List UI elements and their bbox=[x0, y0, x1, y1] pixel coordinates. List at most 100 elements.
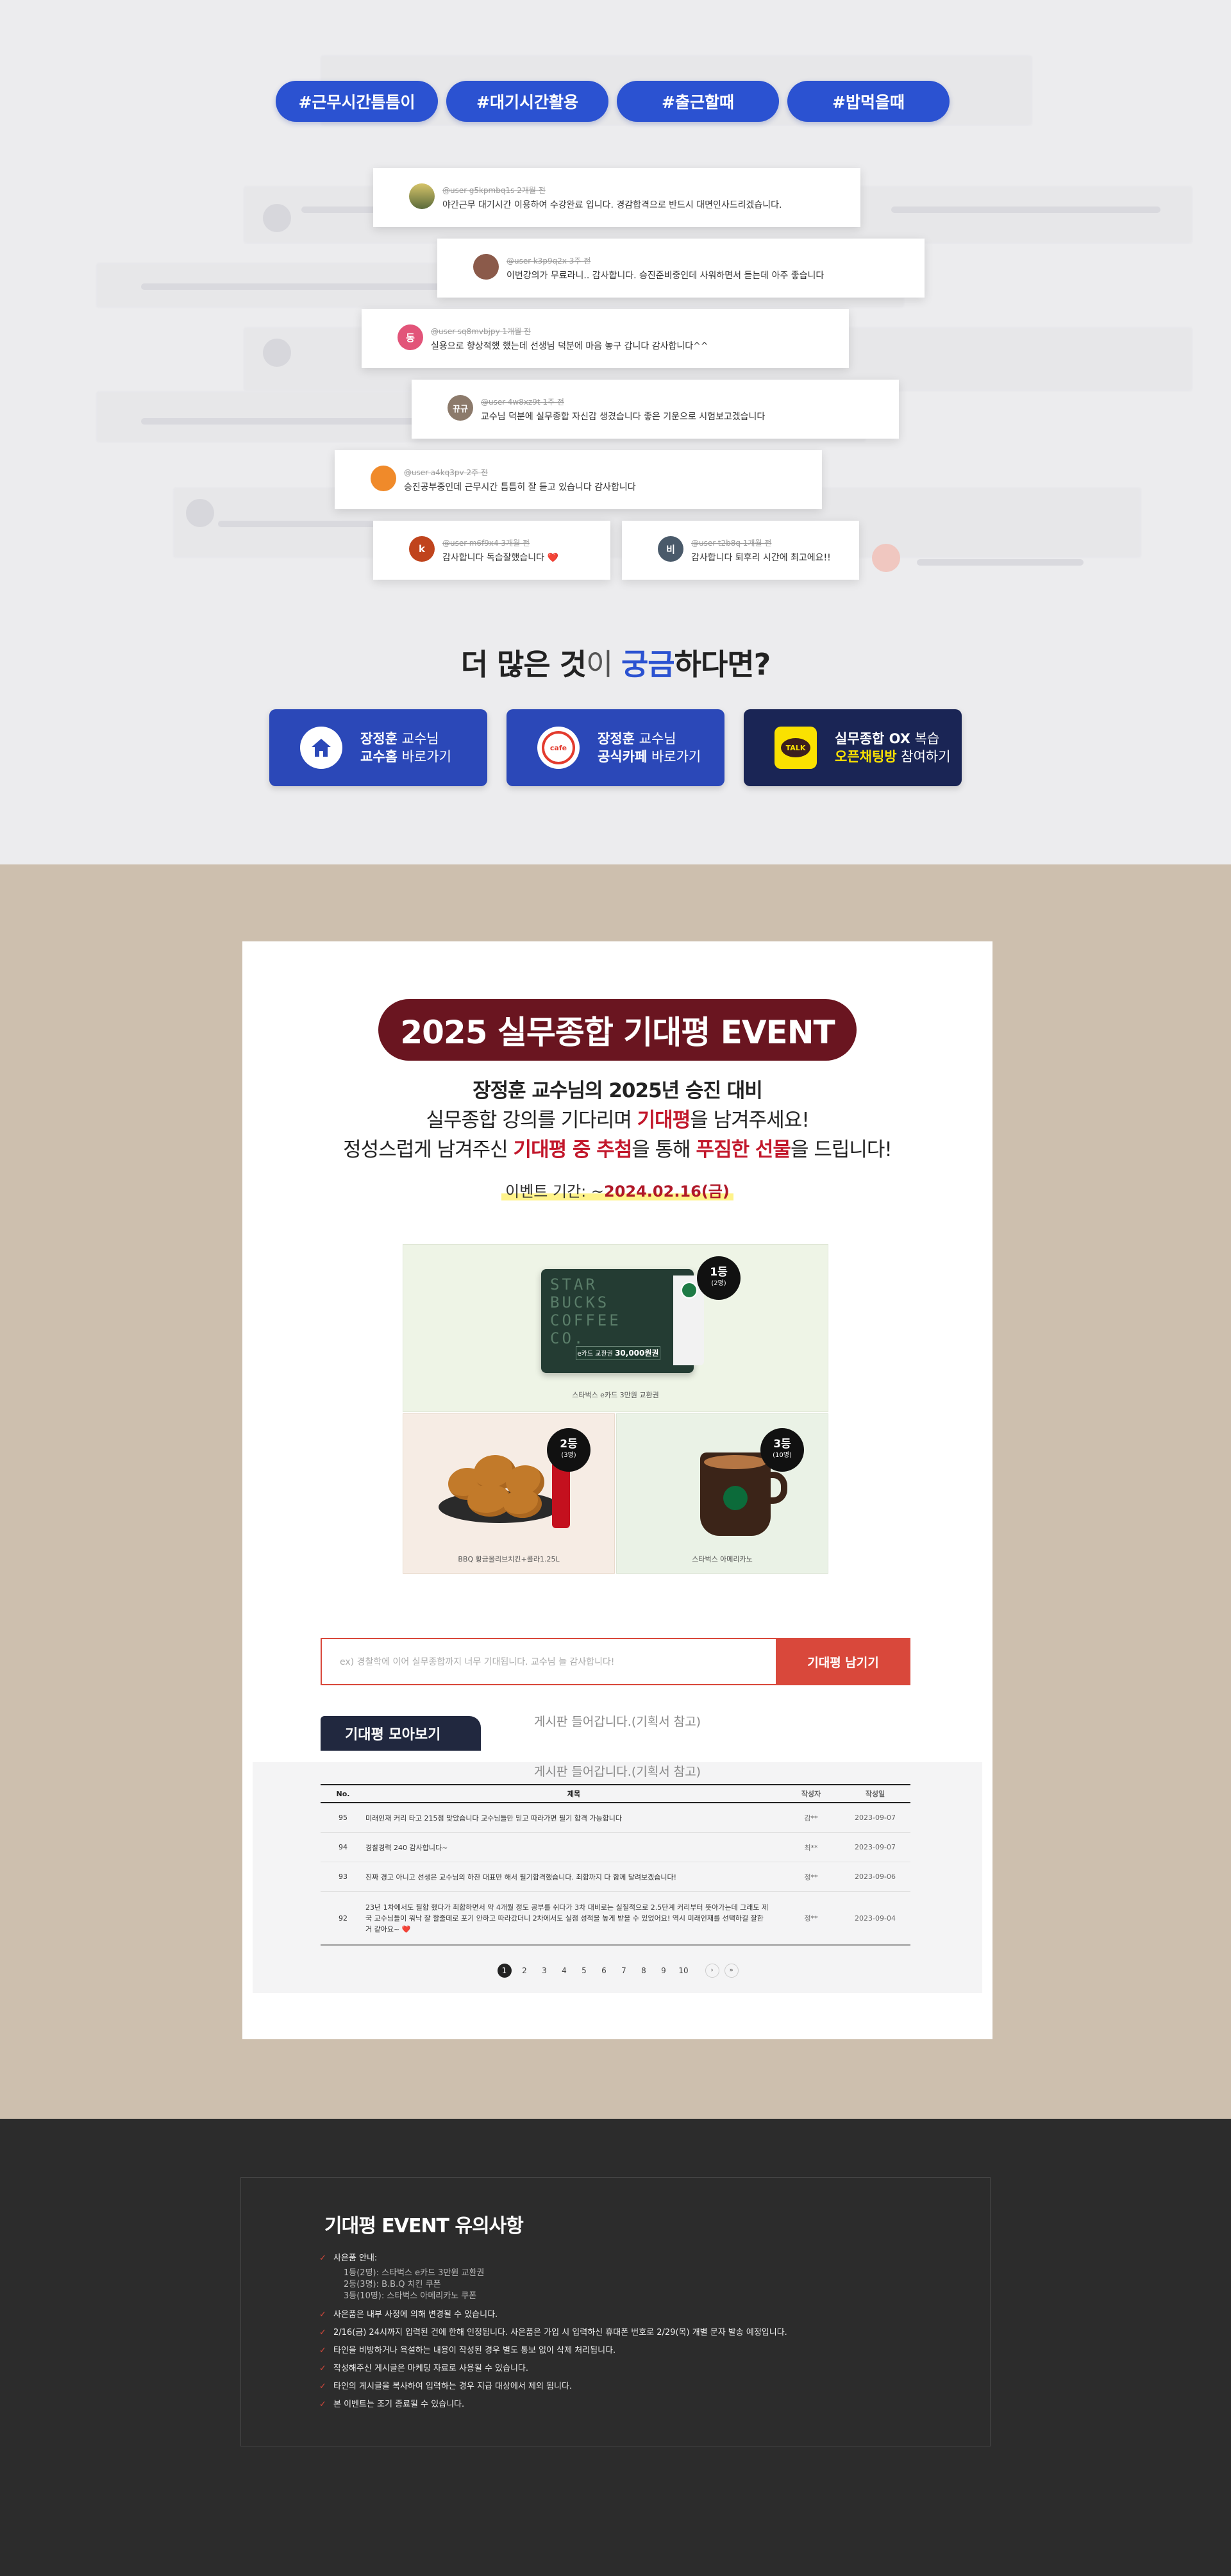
event-title: 2025 실무종합 기대평 EVENT bbox=[378, 999, 857, 1061]
review-card: @user-g5kpmbq1s 2개월 전 야간근무 대기시간 이용하여 수강완… bbox=[373, 168, 860, 227]
coffee-cup-image bbox=[700, 1452, 787, 1536]
comment-form: ex) 경찰학에 이어 실무종합까지 너무 기대됩니다. 교수님 늘 감사합니다… bbox=[321, 1638, 910, 1685]
more-heading: 더 많은 것이 궁금하다면? bbox=[460, 647, 771, 682]
bg-blur-avatar bbox=[263, 204, 291, 232]
page-button[interactable]: 5 bbox=[574, 1966, 594, 1975]
bg-blur-avatar bbox=[872, 544, 900, 572]
table-header: No. 제목 작성자 작성일 bbox=[321, 1784, 910, 1803]
review-meta: @user-t2b8q 1개월 전 bbox=[691, 538, 772, 548]
review-text: 이번강의가 무료라니.. 감사합니다. 승진준비중인데 사워하면서 듣는데 아주… bbox=[507, 270, 825, 281]
review-card: k @user-m6f9x4 3개월 전 감사합니다 독습잘했습니다 ❤️ bbox=[373, 521, 610, 580]
hashtag-group: #근무시간틈틈이 #대기시간활용 #출근할때 #밥먹을때 bbox=[276, 81, 950, 122]
prize-caption: BBQ 황금올리브치킨+콜라1.25L bbox=[458, 1555, 560, 1563]
review-card: 뀨규 @user-4w8xz9t 1주 전 교수님 덕분에 실무종합 자신감 생… bbox=[412, 380, 899, 439]
prize-caption: 스타벅스 e카드 3만원 교환권 bbox=[572, 1391, 659, 1399]
review-meta: @user-m6f9x4 3개월 전 bbox=[442, 538, 530, 548]
next-page-icon[interactable]: › bbox=[705, 1964, 719, 1978]
table-row[interactable]: 93 진짜 경고 아니고 선생은 교수님의 하찬 대표만 해서 필기합격했습니다.… bbox=[321, 1862, 910, 1892]
review-card: @user-a4kq3pv 2주 전 승진공부중인데 근무시간 틈틈히 잘 듣고… bbox=[335, 450, 822, 509]
link-button-group: 장정훈 교수님 교수홈 바로가기 cafe 장정훈 교수님 공식카페 바로가기 TA… bbox=[269, 709, 962, 786]
notice-item: 작성해주신 게시글은 마케팅 자료로 사용될 수 있습니다. bbox=[319, 2360, 960, 2378]
gift-card-image: STAR BUCKS COFFEE CO. e카드 교환권 30,000원권 bbox=[541, 1269, 704, 1373]
event-description: 장정훈 교수님의 2025년 승진 대비 실무종합 강의를 기다리며 기대평을 … bbox=[343, 1079, 892, 1161]
notice-title: 기대평 EVENT 유의사항 bbox=[324, 2215, 524, 2237]
notice-box: 기대평 EVENT 유의사항 사은품 안내: 1등(2명): 스타벅스 e카드 … bbox=[240, 2177, 991, 2446]
prize-first: STAR BUCKS COFFEE CO. e카드 교환권 30,000원권 1… bbox=[403, 1244, 828, 1412]
review-card: 동 @user-sq8mvbjpy 1개월 전 실용으로 향상적했 했는데 선생… bbox=[362, 309, 849, 368]
notice-item: 2/16(금) 24시까지 입력된 건에 한해 인정됩니다. 사은품은 가입 시… bbox=[319, 2324, 960, 2342]
avatar bbox=[409, 183, 435, 209]
notice-section: 기대평 EVENT 유의사항 사은품 안내: 1등(2명): 스타벅스 e카드 … bbox=[0, 2119, 1231, 2576]
avatar: k bbox=[409, 536, 435, 562]
hashtag: #대기시간활용 bbox=[446, 81, 608, 122]
page-button[interactable]: 3 bbox=[535, 1966, 555, 1975]
avatar bbox=[473, 254, 499, 280]
rank-badge: 3등 (10명) bbox=[760, 1428, 804, 1472]
notice-subitem: 1등(2명): 스타벅스 e카드 3만원 교환권 bbox=[344, 2268, 485, 2278]
tab-comment-list[interactable]: 기대평 모아보기 bbox=[321, 1716, 481, 1751]
bg-blur-avatar bbox=[186, 499, 214, 527]
bg-blur-line bbox=[891, 206, 1160, 213]
page-button[interactable]: 2 bbox=[515, 1966, 535, 1975]
review-card: @user-k3p9q2x 3주 전 이번강의가 무료라니.. 감사합니다. 승… bbox=[437, 239, 925, 298]
avatar: 뀨규 bbox=[448, 395, 473, 421]
prize-second: 2등 (3명) BBQ 황금올리브치킨+콜라1.25L bbox=[403, 1413, 615, 1574]
avatar: 비 bbox=[658, 536, 683, 562]
cafe-icon: cafe bbox=[537, 727, 580, 769]
page-button[interactable]: 6 bbox=[594, 1966, 614, 1975]
review-meta: @user-g5kpmbq1s 2개월 전 bbox=[442, 185, 546, 195]
starbucks-logo-icon bbox=[723, 1486, 748, 1510]
notice-item: 사은품은 내부 사정에 의해 변경될 수 있습니다. bbox=[319, 2306, 960, 2324]
kakaotalk-icon: TALK bbox=[775, 727, 817, 769]
table-row[interactable]: 94 경찰경력 240 감사합니다~ 최** 2023-09-07 bbox=[321, 1833, 910, 1862]
review-meta: @user-sq8mvbjpy 1개월 전 bbox=[431, 326, 532, 336]
page-button[interactable]: 9 bbox=[654, 1966, 674, 1975]
bg-blur-avatar bbox=[263, 339, 291, 367]
avatar bbox=[371, 466, 396, 491]
page-button[interactable]: 7 bbox=[614, 1966, 634, 1975]
official-cafe-button[interactable]: cafe 장정훈 교수님 공식카페 바로가기 bbox=[507, 709, 724, 786]
review-text: 감사합니다 퇴후리 시간에 최고에요!! bbox=[691, 552, 831, 563]
prize-caption: 스타벅스 아메리카노 bbox=[692, 1555, 753, 1563]
review-section: #근무시간틈틈이 #대기시간활용 #출근할때 #밥먹을때 @user-g5kpm… bbox=[0, 0, 1231, 864]
review-text: 승진공부중인데 근무시간 틈틈히 잘 듣고 있습니다 감사합니다 bbox=[404, 482, 636, 492]
table-row[interactable]: 95 미래인재 커리 타고 215점 맞았습니다 교수님들만 믿고 따라가면 필기… bbox=[321, 1803, 910, 1833]
review-card: 비 @user-t2b8q 1개월 전 감사합니다 퇴후리 시간에 최고에요!! bbox=[622, 521, 859, 580]
bg-blur-line bbox=[218, 521, 385, 527]
notice-subitem: 3등(10명): 스타벅스 아메리카노 쿠폰 bbox=[344, 2291, 477, 2301]
notice-item: 본 이벤트는 조기 종료될 수 있습니다. bbox=[319, 2396, 960, 2414]
review-text: 실용으로 향상적했 했는데 선생님 덕분에 마음 놓구 갑니다 감사합니다^^ bbox=[431, 341, 708, 351]
event-period: 이벤트 기간: ~2024.02.16(금) bbox=[242, 1179, 992, 1201]
rank-badge: 1등 (2명) bbox=[697, 1256, 741, 1300]
review-text: 야간근무 대기시간 이용하여 수강완료 입니다. 경감합격으로 반드시 대면인사… bbox=[442, 199, 782, 210]
notice-list: 사은품 안내: 1등(2명): 스타벅스 e카드 3만원 교환권 2등(3명):… bbox=[319, 2250, 960, 2414]
home-icon bbox=[300, 727, 342, 769]
pagination: 1 2 3 4 5 6 7 8 9 10 › » bbox=[242, 1964, 992, 1978]
avatar: 동 bbox=[398, 324, 423, 350]
event-section: 2025 실무종합 기대평 EVENT 장정훈 교수님의 2025년 승진 대비… bbox=[0, 864, 1231, 2119]
rank-badge: 2등 (3명) bbox=[547, 1428, 590, 1472]
page-button[interactable]: 8 bbox=[634, 1966, 654, 1975]
professor-home-button[interactable]: 장정훈 교수님 교수홈 바로가기 bbox=[269, 709, 487, 786]
last-page-icon[interactable]: » bbox=[724, 1964, 739, 1978]
comment-table: No. 제목 작성자 작성일 95 미래인재 커리 타고 215점 맞았습니다 교수님들… bbox=[321, 1784, 910, 1946]
notice-item: 타인의 게시글을 복사하여 입력하는 경우 지급 대상에서 제외 됩니다. bbox=[319, 2378, 960, 2396]
page-button[interactable]: 10 bbox=[674, 1966, 694, 1975]
page-button[interactable]: 1 bbox=[497, 1964, 512, 1978]
chicken-image bbox=[448, 1442, 551, 1526]
board-placeholder-note: 게시판 들어갑니다.(기획서 참고) bbox=[533, 1765, 701, 1779]
review-meta: @user-k3p9q2x 3주 전 bbox=[507, 256, 591, 265]
notice-item: 사은품 안내: bbox=[319, 2250, 960, 2268]
prize-third: 3등 (10명) 스타벅스 아메리카노 bbox=[616, 1413, 828, 1574]
submit-comment-button[interactable]: 기대평 남기기 bbox=[776, 1638, 910, 1685]
page-button[interactable]: 4 bbox=[555, 1966, 574, 1975]
event-box: 2025 실무종합 기대평 EVENT 장정훈 교수님의 2025년 승진 대비… bbox=[242, 941, 992, 2039]
starbucks-logo-icon bbox=[681, 1282, 698, 1299]
review-text: 감사합니다 독습잘했습니다 ❤️ bbox=[442, 552, 558, 563]
hashtag: #출근할때 bbox=[617, 81, 779, 122]
comment-input[interactable]: ex) 경찰학에 이어 실무종합까지 너무 기대됩니다. 교수님 늘 감사합니다… bbox=[321, 1638, 776, 1685]
open-chat-button[interactable]: TALK 실무종합 OX 복습 오픈채팅방 참여하기 bbox=[744, 709, 962, 786]
table-row[interactable]: 92 23년 1차에서도 필합 했다가 최합하면서 약 4개월 정도 공부를 쉬다… bbox=[321, 1892, 910, 1946]
review-text: 교수님 덕분에 실무종합 자신감 생겼습니다 좋은 기운으로 시험보고겠습니다 bbox=[481, 411, 766, 422]
notice-item: 타인을 비방하거나 욕설하는 내용이 작성된 경우 별도 통보 없이 삭제 처리… bbox=[319, 2342, 960, 2360]
